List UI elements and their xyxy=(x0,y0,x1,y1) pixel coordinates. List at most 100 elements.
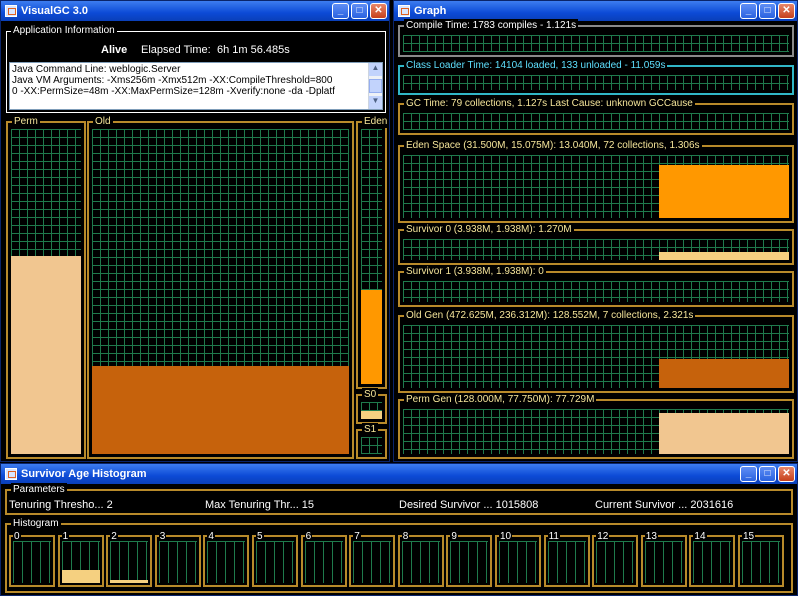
perm-label: Perm xyxy=(12,115,40,128)
old-gen-graph-grid xyxy=(403,325,789,388)
perm-usage-fill xyxy=(11,255,81,454)
desired-survivor-size: Desired Survivor ... 1015808 xyxy=(399,499,539,511)
histogram-bin-14: 14 xyxy=(689,530,736,587)
bin-grid xyxy=(61,541,100,583)
s0-grid xyxy=(361,402,382,419)
app-info-panel: Application Information Alive Elapsed Ti… xyxy=(6,24,386,113)
minimize-button[interactable]: _ xyxy=(740,3,757,19)
histogram-bin-6: 6 xyxy=(300,530,347,587)
close-button[interactable]: ✕ xyxy=(778,466,795,482)
histogram-bin-10: 10 xyxy=(495,530,541,587)
histogram-window: Survivor Age Histogram _ □ ✕ Parameters Te… xyxy=(0,463,798,596)
classloader-grid xyxy=(403,75,789,90)
histogram-bin-1: 1 xyxy=(57,530,104,587)
histogram-titlebar[interactable]: Survivor Age Histogram _ □ ✕ xyxy=(1,464,797,484)
parameters-panel: Parameters Tenuring Thresho... 2 Max Ten… xyxy=(5,483,793,515)
perm-gen-graph: Perm Gen (128.000M, 77.750M): 77.729M xyxy=(398,393,794,459)
s0-space-panel: S0 xyxy=(356,388,387,424)
bin-grid xyxy=(353,541,392,583)
s1-grid xyxy=(361,437,382,454)
perm-gen-graph-fill xyxy=(659,413,789,454)
bin-grid xyxy=(450,541,489,583)
bin-fill xyxy=(110,579,149,583)
eden-space-graph: Eden Space (31.500M, 15.075M): 13.040M, … xyxy=(398,139,794,223)
bin-grid xyxy=(547,541,586,583)
eden-graph-fill xyxy=(659,165,789,218)
scroll-up-arrow[interactable]: ▲ xyxy=(369,63,382,76)
tenuring-threshold: Tenuring Thresho... 2 xyxy=(9,499,113,511)
minimize-button[interactable]: _ xyxy=(740,466,757,482)
class-loader-label: Class Loader Time: 14104 loaded, 133 unl… xyxy=(404,59,668,72)
minimize-button[interactable]: _ xyxy=(332,3,349,19)
survivor1-graph-label: Survivor 1 (3.938M, 1.938M): 0 xyxy=(404,265,546,278)
close-button[interactable]: ✕ xyxy=(778,3,795,19)
bin-grid xyxy=(256,541,294,583)
bin-grid xyxy=(693,541,732,583)
window-title: Graph xyxy=(414,5,447,17)
bin-grid xyxy=(401,541,440,583)
maximize-button[interactable]: □ xyxy=(759,466,776,482)
jvm-args-textarea[interactable]: Java Command Line: weblogic.Server Java … xyxy=(9,62,383,110)
survivor0-graph-label: Survivor 0 (3.938M, 1.938M): 1.270M xyxy=(404,223,574,236)
s1-label: S1 xyxy=(362,423,379,436)
app-info-legend: Application Information xyxy=(11,24,117,37)
compile-time-graph: Compile Time: 1783 compiles - 1.121s xyxy=(398,19,794,57)
histogram-bin-8: 8 xyxy=(397,530,444,587)
graph-titlebar[interactable]: Graph _ □ ✕ xyxy=(394,1,797,21)
histogram-bins: 0 1 2 3 4 5 6 7 8 9 10 11 12 13 14 15 xyxy=(9,530,789,589)
bin-grid xyxy=(742,541,780,583)
compile-grid xyxy=(403,35,789,52)
histogram-bin-3: 3 xyxy=(154,530,201,587)
elapsed-value: 6h 1m 56.485s xyxy=(217,44,290,56)
s1-space-panel: S1 xyxy=(356,423,387,459)
eden-grid xyxy=(361,129,382,384)
gc-time-label: GC Time: 79 collections, 1.127s Last Cau… xyxy=(404,97,695,110)
bin-grid xyxy=(596,541,635,583)
maximize-button[interactable]: □ xyxy=(759,3,776,19)
survivor0-graph-fill xyxy=(659,252,789,260)
elapsed-label: Elapsed Time: xyxy=(141,44,211,56)
window-title: VisualGC 3.0 xyxy=(21,5,89,17)
maximize-button[interactable]: □ xyxy=(351,3,368,19)
parameters-legend: Parameters xyxy=(11,483,67,496)
max-tenuring-threshold: Max Tenuring Thr... 15 xyxy=(205,499,315,511)
vertical-scrollbar[interactable]: ▲ ▼ xyxy=(368,63,382,109)
perm-space-panel: Perm xyxy=(6,115,86,459)
old-gen-graph: Old Gen (472.625M, 236.312M): 128.552M, … xyxy=(398,309,794,393)
histogram-bin-0: 0 xyxy=(9,530,55,587)
compile-time-label: Compile Time: 1783 compiles - 1.121s xyxy=(404,19,579,32)
old-usage-fill xyxy=(92,366,349,454)
survivor0-graph: Survivor 0 (3.938M, 1.938M): 1.270M xyxy=(398,223,794,265)
histogram-legend: Histogram xyxy=(11,517,61,530)
alive-label: Alive xyxy=(101,44,128,56)
histogram-bin-13: 13 xyxy=(640,530,687,587)
vmargs-text: Java VM Arguments: -Xms256m -Xmx512m -XX… xyxy=(12,75,333,86)
histogram-bin-9: 9 xyxy=(446,530,493,587)
eden-label: Eden xyxy=(362,115,390,128)
survivor0-graph-grid xyxy=(403,239,789,260)
perm-grid xyxy=(11,129,81,454)
bin-grid xyxy=(304,541,343,583)
histogram-bin-15: 15 xyxy=(738,530,784,587)
scroll-down-arrow[interactable]: ▼ xyxy=(369,96,382,109)
eden-graph-label: Eden Space (31.500M, 15.075M): 13.040M, … xyxy=(404,139,702,152)
eden-graph-grid xyxy=(403,155,789,218)
window-title: Survivor Age Histogram xyxy=(21,468,147,480)
visualgc-titlebar[interactable]: VisualGC 3.0 _ □ ✕ xyxy=(1,1,389,21)
current-survivor-size: Current Survivor ... 2031616 xyxy=(595,499,734,511)
graph-window: Graph _ □ ✕ Compile Time: 1783 compiles - … xyxy=(393,0,798,462)
cmdline-text: Java Command Line: weblogic.Server xyxy=(12,64,181,75)
histogram-panel: Histogram 0 1 2 3 4 5 6 7 8 9 10 11 12 13 14 15 xyxy=(5,517,793,593)
survivor1-graph: Survivor 1 (3.938M, 1.938M): 0 xyxy=(398,265,794,307)
vmargs-text-2: 0 -XX:PermSize=48m -XX:MaxPermSize=128m … xyxy=(12,86,335,97)
class-loader-graph: Class Loader Time: 14104 loaded, 133 unl… xyxy=(398,59,794,95)
bin-grid xyxy=(110,541,149,583)
old-space-panel: Old xyxy=(87,115,354,459)
s0-label: S0 xyxy=(362,388,379,401)
bin-grid xyxy=(158,541,197,583)
bin-grid xyxy=(13,541,51,583)
java-app-icon xyxy=(5,5,17,17)
close-button[interactable]: ✕ xyxy=(370,3,387,19)
old-grid xyxy=(92,129,349,454)
scroll-thumb[interactable] xyxy=(369,79,382,93)
